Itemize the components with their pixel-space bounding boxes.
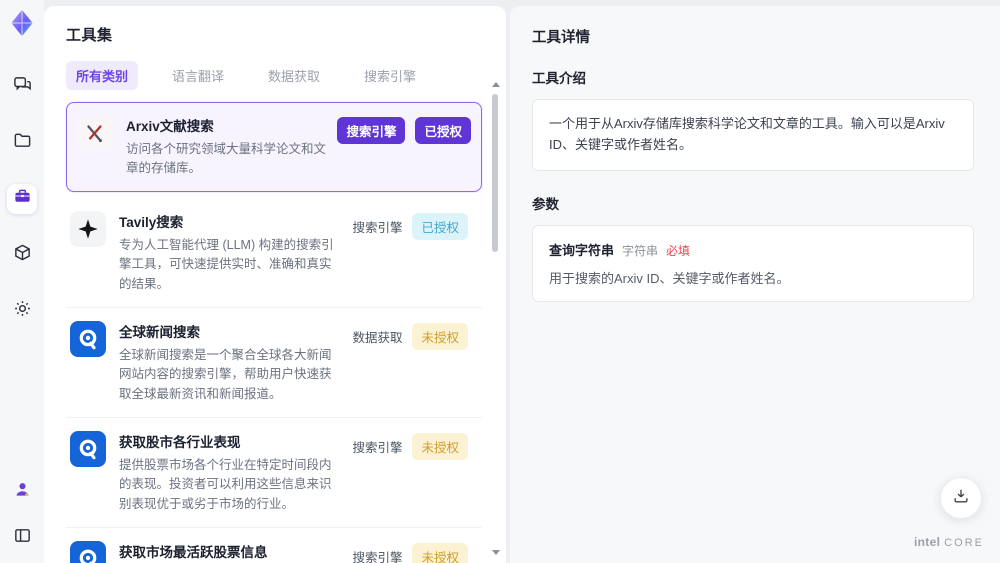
download-icon xyxy=(952,487,970,510)
tool-description: 专为人工智能代理 (LLM) 构建的搜索引擎工具，可快速提供实时、准确和真实的结… xyxy=(119,237,334,291)
category-tabs: 所有类别 语言翻译 数据获取 搜索引擎 xyxy=(66,61,482,90)
intro-card: 一个用于从Arxiv存储库搜索科学论文和文章的工具。输入可以是Arxiv ID、… xyxy=(532,99,974,171)
tool-card[interactable]: Arxiv文献搜索 访问各个研究领域大量科学论文和文章的存储库。 搜索引擎 已授… xyxy=(66,102,482,192)
left-rail xyxy=(0,0,44,563)
tool-name: Tavily搜索 xyxy=(119,214,184,230)
gear-icon xyxy=(13,299,32,323)
sidebar-item-toolbox[interactable] xyxy=(7,184,37,214)
param-required-badge: 必填 xyxy=(666,243,691,258)
sidebar-item-settings[interactable] xyxy=(7,296,37,326)
scrollbar-thumb[interactable] xyxy=(492,94,498,252)
chat-icon xyxy=(13,75,32,99)
tool-status-badge: 已授权 xyxy=(415,117,471,144)
sparkle-logo xyxy=(70,210,106,247)
cube-icon xyxy=(13,243,32,267)
sidebar-item-chat[interactable] xyxy=(7,72,37,102)
param-desc: 用于搜索的Arxiv ID、关键字或作者姓名。 xyxy=(549,270,790,286)
sidebar-item-folder[interactable] xyxy=(7,128,37,158)
tool-description: 全球新闻搜索是一个聚合全球各大新闻网站内容的搜索引擎，帮助用户快速获取全球最新资… xyxy=(119,347,332,401)
scroll-up-arrow[interactable] xyxy=(492,82,500,87)
tool-status-badge: 未授权 xyxy=(412,322,468,350)
news-search-logo xyxy=(70,320,106,357)
params-heading: 参数 xyxy=(532,196,559,212)
page-title: 工具集 xyxy=(66,27,113,44)
user-avatar[interactable] xyxy=(7,477,37,507)
tool-category-badge: 搜索引擎 xyxy=(352,551,403,563)
folder-icon xyxy=(13,131,32,155)
list-scrollbar[interactable] xyxy=(490,82,500,555)
sidebar-item-models[interactable] xyxy=(7,240,37,270)
arxiv-logo xyxy=(77,115,113,151)
tools-panel: 工具集 所有类别 语言翻译 数据获取 搜索引擎 Arxiv文献搜索 访问各个研究领域大… xyxy=(44,6,506,563)
panel-toggle-button[interactable] xyxy=(7,523,37,553)
tool-category-badge: 数据获取 xyxy=(352,330,403,345)
param-card: 查询字符串 字符串 必填 用于搜索的Arxiv ID、关键字或作者姓名。 xyxy=(532,224,974,302)
tool-description: 访问各个研究领域大量科学论文和文章的存储库。 xyxy=(126,142,327,176)
download-button[interactable] xyxy=(940,477,982,519)
tool-description: 提供股票市场各个行业在特定时间段内的表现。投资者可以利用这些信息来识别表现优于或… xyxy=(119,458,332,511)
tool-status-badge: 未授权 xyxy=(412,543,468,563)
param-name: 查询字符串 xyxy=(549,242,615,258)
tool-category-badge: 搜索引擎 xyxy=(352,220,403,235)
tab-3[interactable]: 数据获取 xyxy=(258,61,330,90)
tool-card[interactable]: 全球新闻搜索 全球新闻搜索是一个聚合全球各大新闻网站内容的搜索引擎，帮助用户快速… xyxy=(66,308,482,418)
intel-core-logo: intel core xyxy=(914,535,984,549)
tab-1[interactable]: 所有类别 xyxy=(66,61,139,90)
param-type: 字符串 xyxy=(622,243,659,258)
scroll-down-arrow[interactable] xyxy=(492,550,500,555)
toolbox-icon xyxy=(13,187,32,211)
news-search-logo xyxy=(70,431,106,467)
intro-heading: 工具介绍 xyxy=(532,71,586,86)
avatar-icon xyxy=(13,480,32,504)
panel-toggle-icon xyxy=(13,526,32,550)
intro-text: 一个用于从Arxiv存储库搜索科学论文和文章的工具。输入可以是Arxiv ID、… xyxy=(549,116,945,152)
tool-detail-panel: 工具详情 工具介绍 一个用于从Arxiv存储库搜索科学论文和文章的工具。输入可以… xyxy=(510,6,1000,563)
tool-list: Arxiv文献搜索 访问各个研究领域大量科学论文和文章的存储库。 搜索引擎 已授… xyxy=(66,102,482,563)
tool-name: 获取市场最活跃股票信息 xyxy=(119,545,268,561)
tool-name: 全球新闻搜索 xyxy=(119,324,200,340)
tool-status-badge: 已授权 xyxy=(412,212,468,240)
tool-name: 获取股市各行业表现 xyxy=(119,435,241,450)
tool-card[interactable]: 获取市场最活跃股票信息 提供当天交易量最高的股票列表。投资者可以利用这些信息来识… xyxy=(66,528,482,563)
tool-category-badge: 搜索引擎 xyxy=(337,117,406,144)
tab-2[interactable]: 语言翻译 xyxy=(162,61,234,90)
tool-card[interactable]: 获取股市各行业表现 提供股票市场各个行业在特定时间段内的表现。投资者可以利用这些… xyxy=(66,418,482,529)
app-logo-icon xyxy=(7,8,37,38)
tool-status-badge: 未授权 xyxy=(412,433,468,460)
news-search-logo xyxy=(70,541,106,563)
tool-card[interactable]: Tavily搜索 专为人工智能代理 (LLM) 构建的搜索引擎工具，可快速提供实… xyxy=(66,198,482,308)
detail-title: 工具详情 xyxy=(532,30,590,46)
tool-name: Arxiv文献搜索 xyxy=(126,119,214,134)
tool-category-badge: 搜索引擎 xyxy=(352,441,403,455)
tab-4[interactable]: 搜索引擎 xyxy=(354,61,426,90)
